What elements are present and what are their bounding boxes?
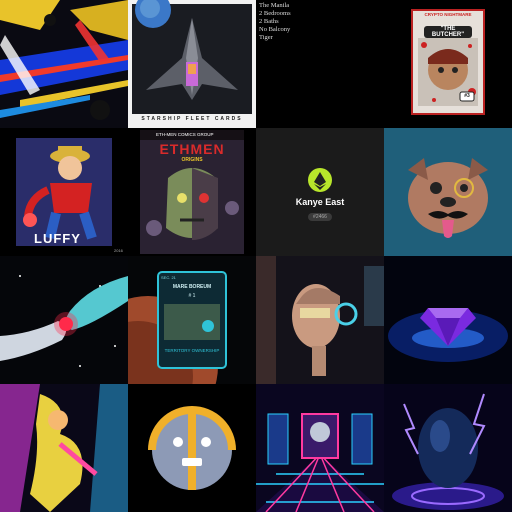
tile-property-listing[interactable]: The Manila 2 Bedrooms 2 Baths No Balcony… <box>256 0 384 128</box>
tile-neon-character[interactable] <box>0 384 128 512</box>
lightning-egg-image <box>384 384 512 512</box>
tile-lightning-egg[interactable] <box>384 384 512 512</box>
kanye-title: Kanye East <box>295 197 345 207</box>
pitbull-image <box>384 128 512 256</box>
mars-card-image <box>128 256 256 384</box>
ethmen-header: ETH-MEN COMICS GROUP <box>156 132 214 137</box>
tile-the-butcher-card[interactable]: CRYPTO NIGHTMARE "THE BUTCHER" #3 <box>384 0 512 128</box>
kanye-logo <box>308 168 332 221</box>
tile-purple-diamond[interactable] <box>384 256 512 384</box>
starship-caption: STARSHIP FLEET CARDS <box>141 116 243 122</box>
tile-pitbull-mustache[interactable] <box>384 128 512 256</box>
tile-luffy-poster[interactable]: LUFFY 2016 <box>0 128 128 256</box>
tile-robot-ball[interactable] <box>128 384 256 512</box>
tile-hands-in-space[interactable] <box>0 256 128 384</box>
tile-eth-men-comic[interactable]: ETH-MEN COMICS GROUP ETHMEN ORIGINS <box>128 128 256 256</box>
tile-kanye-east-card[interactable]: Kanye East #2466 <box>256 128 384 256</box>
robot-head-image <box>256 256 384 384</box>
neon-character-image <box>0 384 128 512</box>
tile-mars-territory-card[interactable]: SEC. 21 MARE BOREUM # 1 TERRITORY OWNERS… <box>128 256 256 384</box>
tile-neon-arcade[interactable] <box>256 384 384 512</box>
luffy-title: LUFFY <box>34 231 81 246</box>
robot-ball-image <box>128 384 256 512</box>
abstract-glitch-image <box>0 0 128 128</box>
mars-footer: TERRITORY OWNERSHIP <box>164 348 220 353</box>
property-balcony: No Balcony <box>259 26 291 33</box>
butcher-badge: #3 <box>464 93 470 99</box>
mars-corner-label: SEC. 21 <box>161 275 176 280</box>
tile-starship-fleet-cards[interactable]: STARSHIP FLEET CARDS <box>128 0 256 128</box>
ethmen-subtitle: ORIGINS <box>181 157 203 163</box>
property-baths: 2 Baths <box>259 18 279 25</box>
butcher-card-image <box>411 9 485 115</box>
starship-image <box>128 0 256 128</box>
neon-arcade-image <box>256 384 384 512</box>
mars-number: # 1 <box>188 293 196 299</box>
ethmen-title: ETHMEN <box>159 141 225 157</box>
nft-gallery-grid: STARSHIP FLEET CARDS The Manila 2 Bedroo… <box>0 0 512 512</box>
property-details: The Manila 2 Bedrooms 2 Baths No Balcony… <box>259 2 291 42</box>
tile-abstract-glitch-art[interactable] <box>0 0 128 128</box>
hands-image <box>0 256 128 384</box>
property-bedrooms: 2 Bedrooms <box>259 10 291 17</box>
kanye-id: #2466 <box>313 214 327 220</box>
luffy-corner: 2016 <box>114 248 123 253</box>
property-tag: Tiger <box>259 34 273 41</box>
property-name: The Manila <box>259 2 290 9</box>
diamond-image <box>384 256 512 384</box>
tile-cyber-robot-head[interactable] <box>256 256 384 384</box>
butcher-title: "THE BUTCHER" <box>424 26 472 38</box>
mars-region: MARE BOREUM <box>172 284 212 290</box>
butcher-header: CRYPTO NIGHTMARE <box>424 12 472 17</box>
